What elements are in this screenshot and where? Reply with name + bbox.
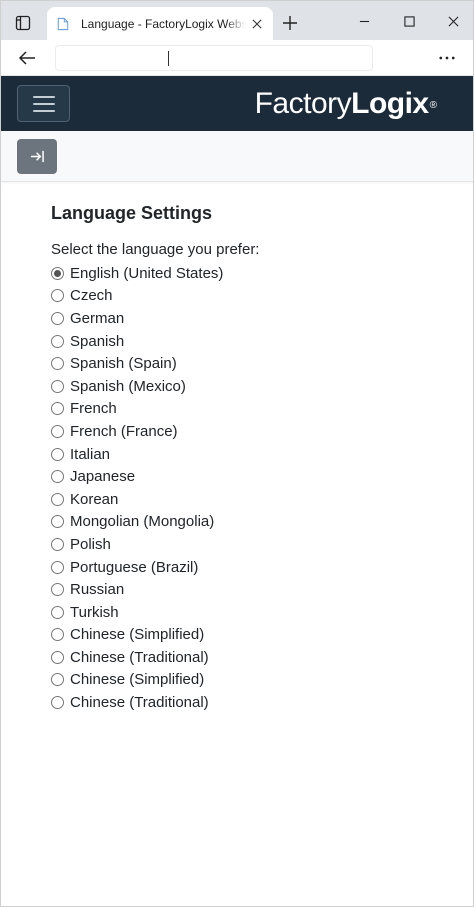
language-radio[interactable] <box>51 470 64 484</box>
language-radio[interactable] <box>51 515 64 529</box>
language-option[interactable]: Korean <box>51 488 451 511</box>
language-option[interactable]: Chinese (Simplified) <box>51 624 451 647</box>
language-radio[interactable] <box>51 583 64 597</box>
language-radio[interactable] <box>51 266 64 280</box>
app-header: FactoryLogix® <box>1 76 473 131</box>
language-option[interactable]: English (United States) <box>51 262 451 285</box>
language-option[interactable]: French (France) <box>51 420 451 443</box>
page-icon <box>57 16 71 32</box>
language-radio[interactable] <box>51 447 64 461</box>
language-label: Japanese <box>70 468 136 486</box>
more-icon[interactable] <box>433 46 461 70</box>
language-option[interactable]: Chinese (Traditional) <box>51 646 451 669</box>
language-option[interactable]: German <box>51 307 451 330</box>
hamburger-icon[interactable] <box>17 85 70 122</box>
language-radio[interactable] <box>51 357 64 371</box>
language-radio[interactable] <box>51 673 64 687</box>
language-radio[interactable] <box>51 696 64 710</box>
language-option[interactable]: Chinese (Simplified) <box>51 669 451 692</box>
minimize-icon[interactable] <box>350 9 378 33</box>
language-option[interactable]: Czech <box>51 285 451 308</box>
language-radio[interactable] <box>51 424 64 438</box>
language-label: German <box>70 309 125 327</box>
language-option[interactable]: Spanish <box>51 330 451 353</box>
language-label: Portuguese (Brazil) <box>70 558 199 576</box>
text-caret <box>168 51 169 66</box>
browser-tab[interactable]: Language - FactoryLogix Website <box>47 7 273 40</box>
language-label: French (France) <box>70 422 178 440</box>
factorylogix-logo: FactoryLogix® <box>254 87 437 120</box>
language-label: Czech <box>70 287 113 305</box>
language-label: Chinese (Traditional) <box>70 648 209 666</box>
language-radio[interactable] <box>51 605 64 619</box>
language-label: Korean <box>70 490 119 508</box>
sub-toolbar <box>1 131 473 182</box>
language-option[interactable]: Russian <box>51 578 451 601</box>
language-option[interactable]: French <box>51 398 451 421</box>
language-label: Mongolian (Mongolia) <box>70 513 215 531</box>
maximize-icon[interactable] <box>395 9 423 33</box>
language-radio[interactable] <box>51 311 64 325</box>
tab-strip: Language - FactoryLogix Website <box>1 1 473 40</box>
browser-toolbar <box>1 40 473 76</box>
language-option[interactable]: Spanish (Spain) <box>51 352 451 375</box>
language-label: Italian <box>70 445 111 463</box>
language-label: Chinese (Traditional) <box>70 694 209 712</box>
language-option[interactable]: Italian <box>51 443 451 466</box>
language-radio[interactable] <box>51 334 64 348</box>
language-option[interactable]: Mongolian (Mongolia) <box>51 511 451 534</box>
tab-title: Language - FactoryLogix Website <box>81 16 245 31</box>
language-prompt: Select the language you prefer: <box>51 241 260 258</box>
language-radio[interactable] <box>51 492 64 506</box>
language-radio[interactable] <box>51 560 64 574</box>
language-settings-panel: Language Settings Select the language yo… <box>51 201 451 714</box>
language-label: Spanish (Spain) <box>70 355 177 373</box>
language-radio[interactable] <box>51 402 64 416</box>
language-option[interactable]: Chinese (Traditional) <box>51 691 451 714</box>
language-label: Turkish <box>70 603 119 621</box>
tab-actions-icon[interactable] <box>9 9 37 37</box>
language-option[interactable]: Portuguese (Brazil) <box>51 556 451 579</box>
language-label: Polish <box>70 535 111 553</box>
language-radio[interactable] <box>51 289 64 303</box>
language-option[interactable]: Turkish <box>51 601 451 624</box>
browser-window: Language - FactoryLogix Website FactoryL… <box>0 0 474 907</box>
language-radio[interactable] <box>51 628 64 642</box>
expand-sidebar-icon[interactable] <box>17 139 57 174</box>
language-label: Chinese (Simplified) <box>70 671 205 689</box>
close-icon[interactable] <box>249 16 265 32</box>
plus-icon[interactable] <box>279 12 301 34</box>
language-radio[interactable] <box>51 650 64 664</box>
language-label: Chinese (Simplified) <box>70 626 205 644</box>
address-bar[interactable] <box>55 45 373 71</box>
back-arrow-icon[interactable] <box>13 46 41 70</box>
page-title: Language Settings <box>51 203 213 223</box>
language-label: English (United States) <box>70 264 224 282</box>
language-label: French <box>70 400 117 418</box>
language-list: English (United States) Czech German Spanis… <box>51 262 451 714</box>
language-label: Spanish (Mexico) <box>70 377 186 395</box>
language-label: Spanish <box>70 332 125 350</box>
language-option[interactable]: Polish <box>51 533 451 556</box>
language-radio[interactable] <box>51 379 64 393</box>
language-radio[interactable] <box>51 537 64 551</box>
language-label: Russian <box>70 581 125 599</box>
language-option[interactable]: Spanish (Mexico) <box>51 375 451 398</box>
language-option[interactable]: Japanese <box>51 465 451 488</box>
window-close-icon[interactable] <box>439 9 467 33</box>
